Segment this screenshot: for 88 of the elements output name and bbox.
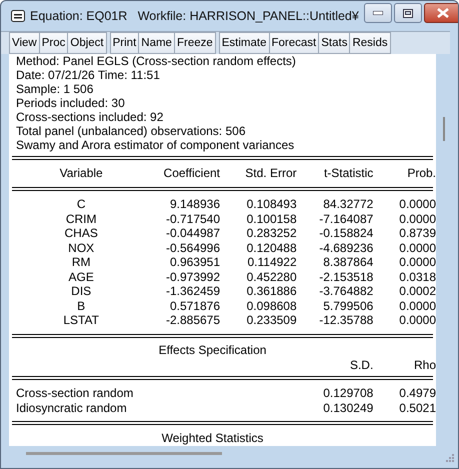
column-header: S.D. bbox=[348, 358, 374, 372]
table-cell-text: 84.32772 bbox=[322, 197, 374, 212]
table-cell-text: -2.885675 bbox=[164, 313, 220, 328]
column-header: Coefficient bbox=[162, 166, 220, 180]
table-cell-text: 9.148936 bbox=[168, 197, 220, 212]
table-cell-text: 5.799506 bbox=[322, 298, 374, 313]
minimize-icon bbox=[372, 11, 383, 15]
maximize-icon bbox=[402, 8, 413, 18]
toolbar-button[interactable]: Forecast bbox=[268, 32, 320, 54]
header-line: Sample: 1 506 bbox=[15, 82, 94, 96]
table-cell-text: 0.108493 bbox=[246, 197, 297, 212]
table-cell-text: -1.362459 bbox=[164, 284, 220, 298]
table-cell-text: Cross-section random bbox=[15, 386, 134, 400]
toolbar-button[interactable]: Resids bbox=[349, 32, 391, 54]
toolbar-button[interactable]: Stats bbox=[318, 32, 350, 54]
table-cell-text: 0.0002 bbox=[398, 284, 436, 298]
table-cell-text: 0.120488 bbox=[246, 240, 297, 255]
table-cell-text: -0.158824 bbox=[318, 226, 374, 240]
table-cell-text: 0.452280 bbox=[246, 270, 297, 284]
close-icon bbox=[436, 8, 449, 18]
table-cell-text: C bbox=[76, 197, 86, 212]
table-cell-text: -12.35788 bbox=[318, 313, 374, 328]
scrollbar-thumb[interactable] bbox=[443, 117, 445, 141]
table-cell-text: B bbox=[76, 298, 86, 313]
toolbar-button[interactable]: Name bbox=[138, 32, 175, 54]
toolbar-button[interactable]: Object bbox=[67, 32, 107, 54]
table-cell-text: NOX bbox=[67, 240, 96, 255]
column-header: Prob. bbox=[406, 166, 436, 180]
table-cell-text: AGE bbox=[67, 270, 95, 284]
table-cell-text: -7.164087 bbox=[318, 212, 374, 226]
table-cell-text: -0.044987 bbox=[164, 226, 220, 240]
table-cell-text: -0.717540 bbox=[164, 212, 220, 226]
table-cell-text: 0.0000 bbox=[398, 313, 436, 328]
toolbar-button[interactable]: Freeze bbox=[174, 32, 216, 54]
toolbar-button[interactable]: Estimate bbox=[218, 32, 270, 54]
table-cell-text: -2.153518 bbox=[318, 270, 374, 284]
column-header: Rho bbox=[412, 358, 436, 372]
table-cell-text: RM bbox=[70, 255, 92, 270]
toolbar-button[interactable]: Print bbox=[110, 32, 140, 54]
table-cell-text: 0.4979 bbox=[398, 386, 436, 400]
column-header: Std. Error bbox=[244, 166, 297, 180]
table-cell-text: 0.098608 bbox=[246, 298, 297, 313]
table-cell-text: 0.283252 bbox=[246, 226, 297, 240]
table-cell-text: 0.0000 bbox=[398, 212, 436, 226]
table-cell-text: 0.5021 bbox=[398, 400, 436, 415]
table-cell-text: 0.0318 bbox=[398, 270, 436, 284]
window-title: Equation: EQ01R Workfile: HARRISON_PANEL::Untitled¥ bbox=[30, 9, 359, 23]
table-cell-text: -4.689236 bbox=[318, 240, 374, 255]
table-cell-text: 0.0000 bbox=[398, 240, 436, 255]
table-cell-text: -0.973992 bbox=[164, 270, 220, 284]
section-title: Weighted Statistics bbox=[160, 430, 264, 446]
table-cell-text: 0.114922 bbox=[246, 255, 297, 270]
table-cell-text: CRIM bbox=[64, 212, 98, 226]
minimize-button[interactable] bbox=[364, 3, 392, 23]
column-header: t-Statistic bbox=[322, 166, 374, 180]
header-line: Method: Panel EGLS (Cross-section random effects) bbox=[15, 54, 297, 68]
table-cell-text: 0.0000 bbox=[398, 255, 436, 270]
scrollbar-thumb[interactable] bbox=[26, 452, 222, 455]
header-line: Swamy and Arora estimator of component variances bbox=[15, 138, 296, 152]
toolbar-button[interactable]: View bbox=[9, 32, 40, 54]
table-cell-text: LSTAT bbox=[62, 313, 100, 328]
resize-grip-icon[interactable] bbox=[446, 454, 454, 462]
table-cell-text: DIS bbox=[70, 284, 92, 298]
table-cell-text: -0.564996 bbox=[164, 240, 220, 255]
maximize-button[interactable] bbox=[394, 3, 422, 23]
header-line: Cross-sections included: 92 bbox=[15, 110, 164, 124]
header-line: Date: 07/21/26 Time: 11:51 bbox=[15, 68, 161, 82]
toolbar-button[interactable]: Proc bbox=[38, 32, 68, 54]
column-header: Variable bbox=[58, 166, 104, 180]
table-cell-text: 0.8739 bbox=[398, 226, 436, 240]
table-cell-text: -3.764882 bbox=[318, 284, 374, 298]
window-menu-icon[interactable] bbox=[11, 10, 25, 22]
table-cell-text: 8.387864 bbox=[322, 255, 374, 270]
header-line: Total panel (unbalanced) observations: 506 bbox=[15, 124, 246, 138]
table-cell-text: 0.130249 bbox=[322, 400, 374, 415]
table-cell-text: 0.963951 bbox=[168, 255, 220, 270]
header-line: Periods included: 30 bbox=[15, 96, 126, 110]
table-cell-text: CHAS bbox=[63, 226, 99, 240]
table-cell-text: 0.361886 bbox=[246, 284, 297, 298]
table-cell-text: 0.233509 bbox=[246, 313, 297, 328]
table-cell-text: 0.0000 bbox=[398, 197, 436, 212]
section-title: Effects Specification bbox=[158, 342, 268, 358]
table-cell-text: Idiosyncratic random bbox=[15, 400, 128, 415]
table-cell-text: 0.571876 bbox=[168, 298, 220, 313]
table-cell-text: 0.129708 bbox=[322, 386, 374, 400]
table-cell-text: 0.100158 bbox=[246, 212, 297, 226]
table-cell-text: 0.0000 bbox=[398, 298, 436, 313]
close-button[interactable] bbox=[424, 3, 458, 23]
